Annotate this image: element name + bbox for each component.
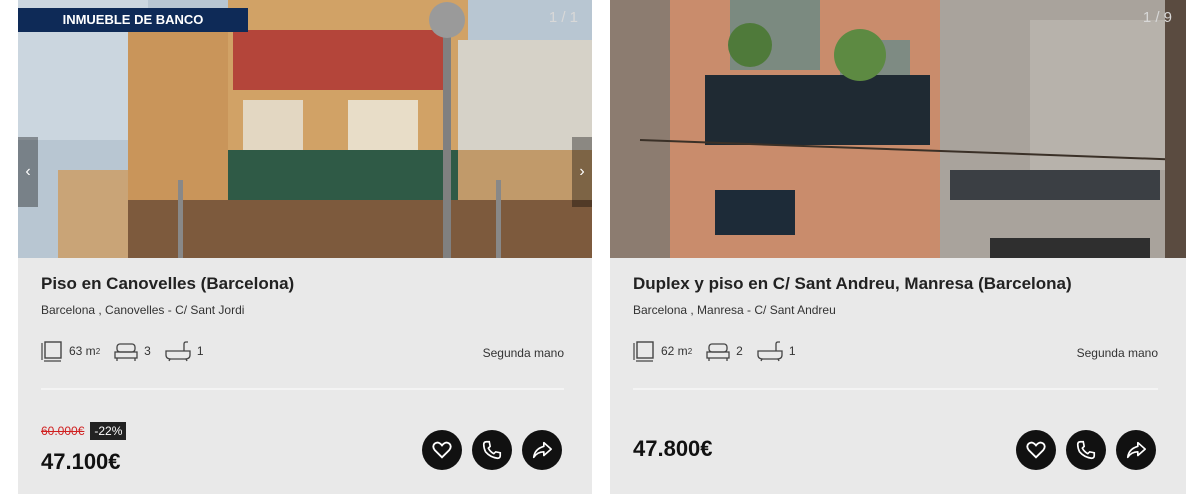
area-unit-superscript: 2 xyxy=(687,346,693,356)
listing-features: 63 m2 3 1 xyxy=(41,338,218,364)
bedrooms-value: 2 xyxy=(736,344,743,358)
old-price: 60.000€ xyxy=(41,424,85,438)
bedrooms-value: 3 xyxy=(144,344,151,358)
favorite-button[interactable] xyxy=(1016,430,1056,470)
building-photo xyxy=(610,0,1186,258)
area-unit-superscript: 2 xyxy=(95,346,101,356)
call-button[interactable] xyxy=(472,430,512,470)
listing-features: 62 m2 2 1 xyxy=(633,338,810,364)
favorite-button[interactable] xyxy=(422,430,462,470)
divider xyxy=(41,388,564,390)
phone-icon xyxy=(482,440,502,460)
area-icon xyxy=(633,341,654,362)
discount-badge: -22% xyxy=(90,422,127,440)
share-icon xyxy=(1126,441,1146,459)
listing-title[interactable]: Piso en Canovelles (Barcelona) xyxy=(41,274,294,294)
phone-icon xyxy=(1076,440,1096,460)
listing-address: Barcelona , Canovelles - C/ Sant Jordi xyxy=(41,303,245,317)
area-feature: 62 m2 xyxy=(633,340,692,362)
photo-counter: 1 / 9 xyxy=(1142,9,1172,26)
building-photo xyxy=(18,0,592,258)
listing-address: Barcelona , Manresa - C/ Sant Andreu xyxy=(633,303,836,317)
previous-photo-button[interactable]: ‹ xyxy=(18,137,38,207)
bedrooms-feature: 3 xyxy=(114,340,151,362)
area-feature: 63 m2 xyxy=(41,340,100,362)
listing-photo[interactable]: 1 / 9 xyxy=(610,0,1186,258)
bed-icon xyxy=(114,343,138,361)
listing-title[interactable]: Duplex y piso en C/ Sant Andreu, Manresa… xyxy=(633,274,1072,294)
heart-icon xyxy=(432,441,452,459)
share-icon xyxy=(532,441,552,459)
action-buttons xyxy=(412,430,562,470)
price: 47.800€ xyxy=(633,436,713,461)
bathrooms-value: 1 xyxy=(196,344,204,358)
price: 47.100€ xyxy=(41,449,121,474)
area-icon xyxy=(41,341,62,362)
next-photo-button[interactable]: › xyxy=(572,137,592,207)
call-button[interactable] xyxy=(1066,430,1106,470)
bathtub-icon xyxy=(757,341,783,362)
bed-icon xyxy=(706,343,730,361)
condition-label: Segunda mano xyxy=(1076,346,1158,360)
bathrooms-feature: 1 xyxy=(757,340,796,362)
bathrooms-feature: 1 xyxy=(165,340,204,362)
bathtub-icon xyxy=(165,341,191,362)
listing-card[interactable]: 1 / 9 Duplex y piso en C/ Sant Andreu, M… xyxy=(610,0,1186,494)
photo-counter: 1 / 1 xyxy=(548,9,578,26)
share-button[interactable] xyxy=(1116,430,1156,470)
bank-property-badge: INMUEBLE DE BANCO xyxy=(18,8,248,32)
heart-icon xyxy=(1026,441,1046,459)
condition-label: Segunda mano xyxy=(482,346,564,360)
listing-card[interactable]: INMUEBLE DE BANCO 1 / 1 ‹ › Piso en Cano… xyxy=(18,0,592,494)
bathrooms-value: 1 xyxy=(788,344,796,358)
area-value: 62 m xyxy=(661,344,688,358)
area-value: 63 m xyxy=(69,344,96,358)
bedrooms-feature: 2 xyxy=(706,340,743,362)
share-button[interactable] xyxy=(522,430,562,470)
old-price-row: 60.000€ -22% xyxy=(41,422,127,440)
listing-photo[interactable]: INMUEBLE DE BANCO 1 / 1 ‹ › xyxy=(18,0,592,258)
action-buttons xyxy=(1006,430,1156,470)
divider xyxy=(633,388,1158,390)
